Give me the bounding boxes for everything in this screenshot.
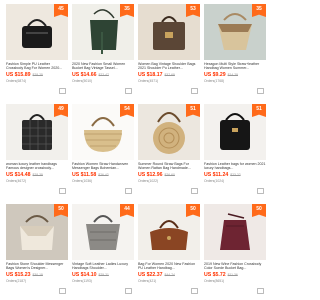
product-price: US $14.10 $25.21 <box>72 272 134 278</box>
product-image[interactable]: 54 <box>72 104 134 160</box>
current-price: US $14.66 <box>72 72 97 78</box>
product-title[interactable]: Hexagon Multi Style Straw+leather Handba… <box>204 62 266 71</box>
product-card[interactable]: 50 Fashion Stone Shoulder Messenger Bags… <box>6 204 68 300</box>
product-title[interactable]: Fashion Women Straw Handwoven Messenger … <box>72 162 134 171</box>
current-price: US $15.89 <box>6 72 31 78</box>
product-grid: 45 Fashion Simple PU Leather Crossbody B… <box>0 0 270 300</box>
product-price: US $9.29 $14.29 <box>204 72 266 78</box>
order-count: Orders(2187) <box>6 279 27 283</box>
order-count: Orders(421) <box>138 279 157 283</box>
product-title[interactable]: Fashion Leather bags for women 2021 luxu… <box>204 162 266 171</box>
shipping-icon <box>191 88 198 94</box>
order-count: Orders(8651) <box>204 279 225 283</box>
order-count: Orders(4571) <box>138 79 159 83</box>
shipping-icon <box>59 88 66 94</box>
product-image[interactable]: 35 <box>204 4 266 60</box>
product-image[interactable]: 50 <box>138 204 200 260</box>
original-price: $25.21 <box>98 273 109 277</box>
product-title[interactable]: Vintage Soft Leather Ladies Luxury Handb… <box>72 262 134 271</box>
product-price: US $14.66 $22.47 <box>72 72 134 78</box>
original-price: $26.42 <box>98 173 109 177</box>
shipping-icon <box>257 288 264 294</box>
current-price: US $9.29 <box>204 72 226 78</box>
product-image[interactable]: 50 <box>6 204 68 260</box>
current-price: US $14.10 <box>72 272 97 278</box>
product-price: US $11.24 $23.22 <box>204 172 266 178</box>
product-image[interactable]: 50 <box>204 204 266 260</box>
original-price: $30.19 <box>32 273 43 277</box>
product-title[interactable]: woman luxury leather handbags Famous des… <box>6 162 68 171</box>
product-title[interactable]: 2020 New Fashion Small Women Bucket Bag … <box>72 62 134 71</box>
product-card[interactable]: 51 Summer Round Straw Bags For Women Rat… <box>138 104 200 200</box>
current-price: US $5.72 <box>204 272 226 278</box>
product-price: US $18.17 $37.69 <box>138 72 200 78</box>
order-count: Orders(1768) <box>204 79 225 83</box>
product-price: US $14.48 $28.39 <box>6 172 68 178</box>
product-title[interactable]: Women Bag Vintage Shoulder Bags 2021 Sho… <box>138 62 200 71</box>
original-price: $44.74 <box>164 273 175 277</box>
product-card[interactable]: 53 Women Bag Vintage Shoulder Bags 2021 … <box>138 4 200 100</box>
current-price: US $18.17 <box>138 72 163 78</box>
shipping-icon <box>125 88 132 94</box>
product-price: US $12.96 $26.60 <box>138 172 200 178</box>
product-title[interactable]: Summer Round Straw Bags For Women Rattan… <box>138 162 200 171</box>
product-card[interactable]: 45 Fashion Simple PU Leather Crossbody B… <box>6 4 68 100</box>
shipping-icon <box>125 188 132 194</box>
product-image[interactable]: 44 <box>72 204 134 260</box>
product-card[interactable]: 50 2019 New Wine Fashion Crossbody Color… <box>204 204 266 300</box>
order-count: Orders(6874) <box>6 79 27 83</box>
product-image[interactable]: 35 <box>72 4 134 60</box>
current-price: US $12.96 <box>138 172 163 178</box>
order-count: Orders(4672) <box>6 179 27 183</box>
original-price: $28.25 <box>32 73 43 77</box>
product-card[interactable]: 50 Bag For Women 2020 New Fashion PU Lea… <box>138 204 200 300</box>
shipping-icon <box>257 88 264 94</box>
product-card[interactable]: 54 Fashion Women Straw Handwoven Messeng… <box>72 104 134 200</box>
shipping-icon <box>191 188 198 194</box>
shipping-icon <box>191 288 198 294</box>
shipping-icon <box>59 288 66 294</box>
current-price: US $15.23 <box>6 272 31 278</box>
product-price: US $5.72 $11.36 <box>204 272 266 278</box>
current-price: US $11.58 <box>72 172 97 178</box>
shipping-icon <box>59 188 66 194</box>
original-price: $37.69 <box>164 73 175 77</box>
order-count: Orders(1036) <box>72 179 93 183</box>
product-image[interactable]: 45 <box>6 4 68 60</box>
order-count: Orders(1022) <box>138 179 159 183</box>
product-title[interactable]: Fashion Stone Shoulder Messenger Bags Wo… <box>6 262 68 271</box>
product-price: US $15.89 $28.25 <box>6 72 68 78</box>
order-count: Orders(5010) <box>72 79 93 83</box>
current-price: US $22.37 <box>138 272 163 278</box>
product-title[interactable]: 2019 New Wine Fashion Crossbody Color Su… <box>204 262 266 271</box>
original-price: $28.39 <box>32 173 43 177</box>
original-price: $14.29 <box>227 73 239 77</box>
product-card[interactable]: 44 Vintage Soft Leather Ladies Luxury Ha… <box>72 204 134 300</box>
original-price: $22.47 <box>98 73 109 77</box>
original-price: $23.22 <box>230 173 241 177</box>
product-image[interactable]: 53 <box>138 4 200 60</box>
original-price: $11.36 <box>227 273 238 277</box>
product-price: US $15.23 $30.19 <box>6 272 68 278</box>
product-title[interactable]: Fashion Simple PU Leather Crossbody Bag … <box>6 62 68 71</box>
product-card[interactable]: 51 Fashion Leather bags for women 2021 l… <box>204 104 266 200</box>
order-count: Orders(1193) <box>72 279 92 283</box>
product-card[interactable]: 35 2020 New Fashion Small Women Bucket B… <box>72 4 134 100</box>
product-card[interactable]: 49 woman luxury leather handbags Famous … <box>6 104 68 200</box>
current-price: US $14.48 <box>6 172 31 178</box>
product-card[interactable]: 35 Hexagon Multi Style Straw+leather Han… <box>204 4 266 100</box>
product-image[interactable]: 49 <box>6 104 68 160</box>
product-title[interactable]: Bag For Women 2020 New Fashion PU Leathe… <box>138 262 200 271</box>
product-image[interactable]: 51 <box>204 104 266 160</box>
current-price: US $11.24 <box>204 172 229 178</box>
order-count: Orders(1024) <box>204 179 225 183</box>
shipping-icon <box>257 188 264 194</box>
shipping-icon <box>125 288 132 294</box>
product-price: US $22.37 $44.74 <box>138 272 200 278</box>
product-image[interactable]: 51 <box>138 104 200 160</box>
original-price: $26.60 <box>164 173 175 177</box>
product-price: US $11.58 $26.42 <box>72 172 134 178</box>
